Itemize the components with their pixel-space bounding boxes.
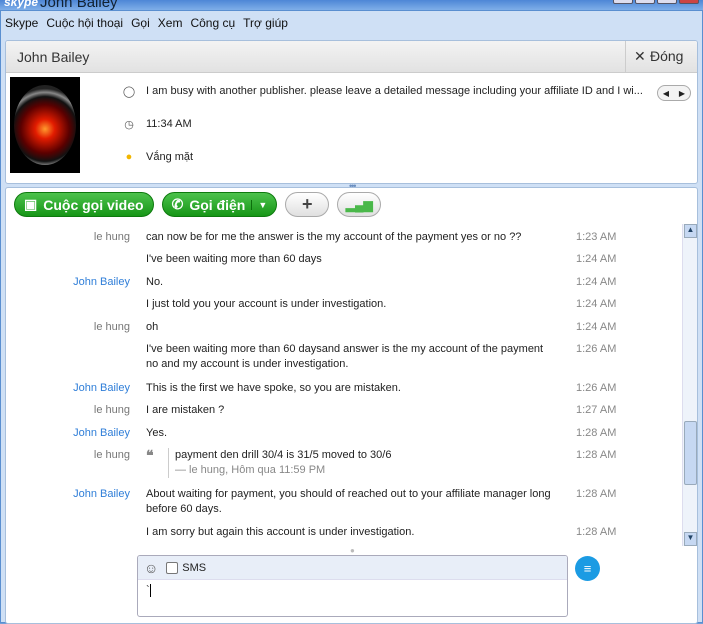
message-sender[interactable]: le hung (94, 230, 130, 245)
video-call-label: Cuộc gọi video (43, 196, 144, 213)
plus-icon: + (301, 194, 313, 214)
contact-panel: John Bailey ✕ Đóng ◯ I am busy with anothe… (5, 40, 698, 184)
splitter-dot[interactable]: ● (350, 546, 355, 555)
message-sender[interactable]: John Bailey (73, 487, 130, 502)
signal-icon: ▂▄▆ (345, 197, 373, 212)
message-time: 1:24 AM (576, 321, 617, 333)
mood-bubble-icon: ◯ (122, 86, 136, 98)
scroll-down-icon[interactable]: ▼ (684, 532, 697, 546)
message-list: le hung can now be for me the answer is t… (6, 224, 682, 546)
quote-attribution: — le hung, Hôm qua 11:59 PM (175, 464, 326, 476)
menu-skype[interactable]: Skype (5, 16, 38, 30)
message-sender[interactable]: John Bailey (73, 275, 130, 290)
message-sender[interactable]: John Bailey (73, 426, 130, 441)
message-text: This is the first we have spoke, so you … (146, 382, 401, 394)
message-time: 1:24 AM (576, 276, 617, 288)
contact-name: John Bailey (17, 49, 90, 65)
message-sender[interactable]: le hung (94, 320, 130, 335)
add-button[interactable]: + (285, 192, 330, 217)
message-text: No. (146, 276, 164, 288)
window: Skype Cuộc hội thoại Gọi Xem Công cụ Trợ… (0, 10, 703, 624)
message-text: I just told you your account is under in… (146, 298, 387, 310)
quote-icon: ❝ (146, 447, 154, 463)
video-call-button[interactable]: ▣ Cuộc gọi video (14, 192, 154, 217)
message-time: 1:28 AM (576, 427, 617, 439)
restore-button[interactable] (657, 0, 677, 4)
message-time: 1:28 AM (576, 488, 617, 500)
message-time: 1:26 AM (576, 382, 617, 394)
message-sender[interactable]: le hung (94, 448, 130, 463)
video-icon: ▣ (24, 196, 38, 212)
message-text: I am sorry but again this account is und… (146, 526, 415, 538)
message-text: can now be for me the answer is the my a… (146, 231, 522, 243)
send-button[interactable]: ≡ (575, 556, 600, 581)
message-text: I've been waiting more than 60 days (146, 253, 322, 265)
quote-text: payment den drill 30/4 is 31/5 moved to … (175, 449, 392, 461)
message-time: 1:28 AM (576, 526, 617, 538)
chat-panel: ▣ Cuộc gọi video ✆ Gọi điện ▼ + ▂▄▆ le hung… (5, 187, 698, 624)
message-time: 1:26 AM (576, 343, 617, 355)
message-text: Yes. (146, 427, 168, 439)
close-window-button[interactable] (679, 0, 699, 4)
send-icon: ≡ (583, 561, 592, 576)
emoticon-icon[interactable]: ☺ (144, 560, 158, 576)
close-conversation-button[interactable]: ✕ Đóng (625, 41, 697, 73)
message-time: 1:28 AM (576, 449, 617, 461)
menu-help[interactable]: Trợ giúp (243, 16, 288, 30)
sms-checkbox[interactable] (166, 561, 179, 574)
title-bar: skype John Bailey (0, 0, 703, 11)
sms-label: SMS (182, 561, 207, 574)
scroll-thumb[interactable] (684, 421, 697, 485)
message-time: 1:24 AM (576, 253, 617, 265)
local-time: 11:34 AM (146, 118, 192, 130)
skype-logo: skype (4, 0, 39, 9)
message-text: I've been waiting more than 60 daysand a… (146, 343, 544, 370)
menu-conversation[interactable]: Cuộc hội thoại (46, 16, 123, 30)
menu-call[interactable]: Gọi (131, 16, 150, 30)
call-label: Gọi điện (189, 196, 246, 213)
message-input-box[interactable]: ☺ SMS ` (137, 555, 568, 617)
close-label: Đóng (650, 48, 684, 64)
status-text: Vắng mặt (146, 151, 194, 163)
maximize-button[interactable] (635, 0, 655, 4)
clock-icon: ◷ (124, 119, 134, 131)
prev-icon[interactable]: ◀ (663, 89, 669, 98)
mood-scroll-arrows[interactable]: ◀ ▶ (657, 85, 691, 101)
message-sender[interactable]: le hung (94, 403, 130, 418)
avatar[interactable] (10, 77, 80, 173)
away-status-icon: ● (125, 151, 133, 163)
message-text: About waiting for payment, you should of… (146, 488, 551, 515)
close-icon: ✕ (634, 48, 646, 64)
message-input[interactable]: ` (138, 580, 567, 601)
call-quality-button[interactable]: ▂▄▆ (337, 192, 382, 217)
call-dropdown-icon[interactable]: ▼ (251, 199, 267, 210)
menu-tools[interactable]: Công cụ (190, 16, 235, 30)
message-text: oh (146, 321, 159, 333)
message-time: 1:24 AM (576, 298, 617, 310)
phone-icon: ✆ (171, 196, 184, 212)
mood-message: I am busy with another publisher. please… (146, 85, 643, 97)
call-button[interactable]: ✆ Gọi điện ▼ (161, 192, 278, 217)
message-time: 1:23 AM (576, 231, 617, 243)
message-text: I are mistaken ? (146, 404, 225, 416)
scroll-up-icon[interactable]: ▲ (684, 224, 697, 238)
next-icon[interactable]: ▶ (679, 89, 685, 98)
minimize-button[interactable] (613, 0, 633, 4)
message-time: 1:27 AM (576, 404, 617, 416)
message-sender[interactable]: John Bailey (73, 381, 130, 396)
menu-view[interactable]: Xem (158, 16, 183, 30)
menu-bar: Skype Cuộc hội thoại Gọi Xem Công cụ Trợ… (5, 16, 288, 30)
scrollbar[interactable]: ▲ ▼ (682, 224, 697, 546)
